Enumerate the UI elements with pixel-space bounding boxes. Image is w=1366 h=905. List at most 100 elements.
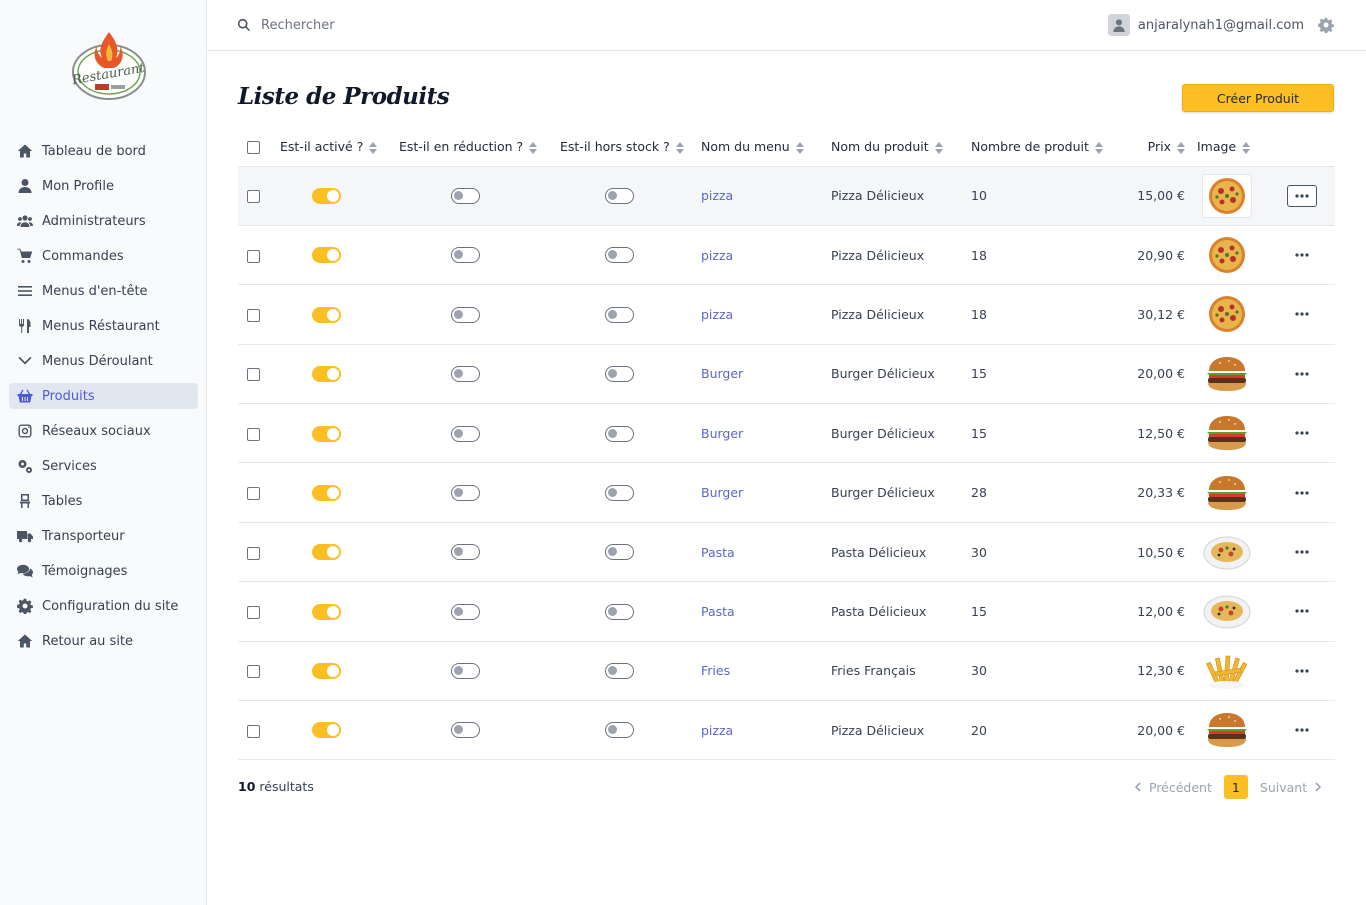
menu-name-link[interactable]: pizza	[701, 188, 733, 203]
active-toggle[interactable]	[312, 247, 341, 264]
active-toggle[interactable]	[312, 366, 341, 383]
column-header-out-of-stock[interactable]: Est-il hors stock ?	[560, 128, 701, 167]
active-toggle[interactable]	[312, 187, 341, 204]
discount-toggle[interactable]	[451, 366, 480, 383]
sidebar-item-tables[interactable]: Tables	[9, 488, 198, 514]
user-menu[interactable]: anjaralynah1@gmail.com	[1107, 14, 1334, 36]
active-toggle[interactable]	[312, 306, 341, 323]
select-all-checkbox[interactable]	[247, 141, 260, 155]
row-actions-button[interactable]	[1287, 303, 1317, 325]
sidebar-item-testimonials[interactable]: Témoignages	[9, 558, 198, 584]
discount-toggle[interactable]	[451, 722, 480, 739]
sidebar-item-header-menus[interactable]: Menus d'en-tête	[9, 278, 198, 304]
sidebar-item-dropdown-menus[interactable]: Menus Déroulant	[9, 348, 198, 374]
discount-toggle[interactable]	[451, 247, 480, 264]
search-input[interactable]	[261, 17, 521, 33]
active-toggle[interactable]	[312, 722, 341, 739]
sidebar-item-label: Tables	[42, 493, 83, 509]
product-name: Pizza Délicieux	[831, 306, 925, 322]
out-of-stock-toggle[interactable]	[605, 663, 634, 680]
row-actions-button[interactable]	[1287, 422, 1317, 444]
sidebar-item-restaurant-menus[interactable]: Menus Réstaurant	[9, 313, 198, 339]
sidebar-item-products[interactable]: Produits	[9, 383, 198, 409]
menu-name-link[interactable]: Burger	[701, 485, 743, 500]
column-header-active[interactable]: Est-il activé ?	[280, 128, 399, 167]
column-header-product-name[interactable]: Nom du produit	[831, 128, 971, 167]
row-checkbox[interactable]	[247, 249, 260, 263]
product-name: Pasta Délicieux	[831, 603, 927, 619]
restaurant-logo[interactable]: Restaurant	[68, 28, 150, 102]
out-of-stock-toggle[interactable]	[605, 425, 634, 442]
row-checkbox[interactable]	[247, 487, 260, 501]
discount-toggle[interactable]	[451, 484, 480, 501]
out-of-stock-toggle[interactable]	[605, 366, 634, 383]
discount-toggle[interactable]	[451, 425, 480, 442]
row-checkbox[interactable]	[247, 427, 260, 441]
sidebar-item-orders[interactable]: Commandes	[9, 243, 198, 269]
column-header-discount[interactable]: Est-il en réduction ?	[399, 128, 560, 167]
menu-name-link[interactable]: Burger	[701, 366, 743, 381]
sidebar-item-dashboard[interactable]: Tableau de bord	[9, 138, 198, 164]
row-actions-button[interactable]	[1287, 184, 1317, 207]
sidebar-item-carrier[interactable]: Transporteur	[9, 523, 198, 549]
active-toggle[interactable]	[312, 425, 341, 442]
menu-name-link[interactable]: Fries	[701, 663, 730, 678]
avatar[interactable]	[1107, 14, 1130, 36]
create-product-button[interactable]: Créer Produit	[1182, 84, 1334, 112]
row-checkbox[interactable]	[247, 546, 260, 560]
discount-toggle[interactable]	[451, 603, 480, 620]
column-header-image[interactable]: Image	[1197, 128, 1269, 167]
column-header-price[interactable]: Prix	[1111, 128, 1197, 167]
menu-name-link[interactable]: pizza	[701, 307, 733, 322]
discount-toggle[interactable]	[451, 306, 480, 323]
sidebar-item-profile[interactable]: Mon Profile	[9, 173, 198, 199]
row-checkbox[interactable]	[247, 724, 260, 738]
sidebar-item-admins[interactable]: Administrateurs	[9, 208, 198, 234]
sidebar-item-services[interactable]: Services	[9, 453, 198, 479]
active-toggle[interactable]	[312, 544, 341, 561]
discount-toggle[interactable]	[451, 663, 480, 680]
next-page-button[interactable]: Suivant	[1260, 780, 1322, 795]
menu-name-link[interactable]: pizza	[701, 723, 733, 738]
product-quantity: 28	[971, 485, 987, 501]
sidebar-item-back-to-site[interactable]: Retour au site	[9, 628, 198, 654]
row-actions-button[interactable]	[1287, 363, 1317, 385]
previous-page-button[interactable]: Précédent	[1134, 780, 1212, 795]
row-actions-button[interactable]	[1287, 600, 1317, 622]
out-of-stock-toggle[interactable]	[605, 722, 634, 739]
active-toggle[interactable]	[312, 484, 341, 501]
sidebar-item-site-config[interactable]: Configuration du site	[9, 593, 198, 619]
product-name: Pizza Délicieux	[831, 188, 925, 204]
more-icon	[1295, 728, 1309, 732]
row-checkbox[interactable]	[247, 190, 260, 204]
menu-name-link[interactable]: Burger	[701, 426, 743, 441]
menu-name-link[interactable]: Pasta	[701, 604, 735, 619]
column-header-menu-name[interactable]: Nom du menu	[701, 128, 831, 167]
row-actions-button[interactable]	[1287, 719, 1317, 741]
page-number-button[interactable]: 1	[1223, 775, 1248, 799]
column-header-quantity[interactable]: Nombre de produit	[971, 128, 1111, 167]
menu-name-link[interactable]: Pasta	[701, 545, 735, 560]
row-checkbox[interactable]	[247, 368, 260, 382]
out-of-stock-toggle[interactable]	[605, 603, 634, 620]
row-actions-button[interactable]	[1287, 541, 1317, 563]
row-actions-button[interactable]	[1287, 660, 1317, 682]
chevron-right-icon	[1315, 782, 1322, 792]
row-checkbox[interactable]	[247, 605, 260, 619]
gear-icon[interactable]	[1318, 17, 1334, 33]
active-toggle[interactable]	[312, 663, 341, 680]
active-toggle[interactable]	[312, 603, 341, 620]
row-actions-button[interactable]	[1287, 482, 1317, 504]
out-of-stock-toggle[interactable]	[605, 187, 634, 204]
out-of-stock-toggle[interactable]	[605, 544, 634, 561]
menu-name-link[interactable]: pizza	[701, 248, 733, 263]
row-checkbox[interactable]	[247, 308, 260, 322]
out-of-stock-toggle[interactable]	[605, 247, 634, 264]
row-actions-button[interactable]	[1287, 244, 1317, 266]
row-checkbox[interactable]	[247, 665, 260, 679]
out-of-stock-toggle[interactable]	[605, 306, 634, 323]
out-of-stock-toggle[interactable]	[605, 484, 634, 501]
sidebar-item-social-networks[interactable]: Réseaux sociaux	[9, 418, 198, 444]
discount-toggle[interactable]	[451, 544, 480, 561]
discount-toggle[interactable]	[451, 187, 480, 204]
